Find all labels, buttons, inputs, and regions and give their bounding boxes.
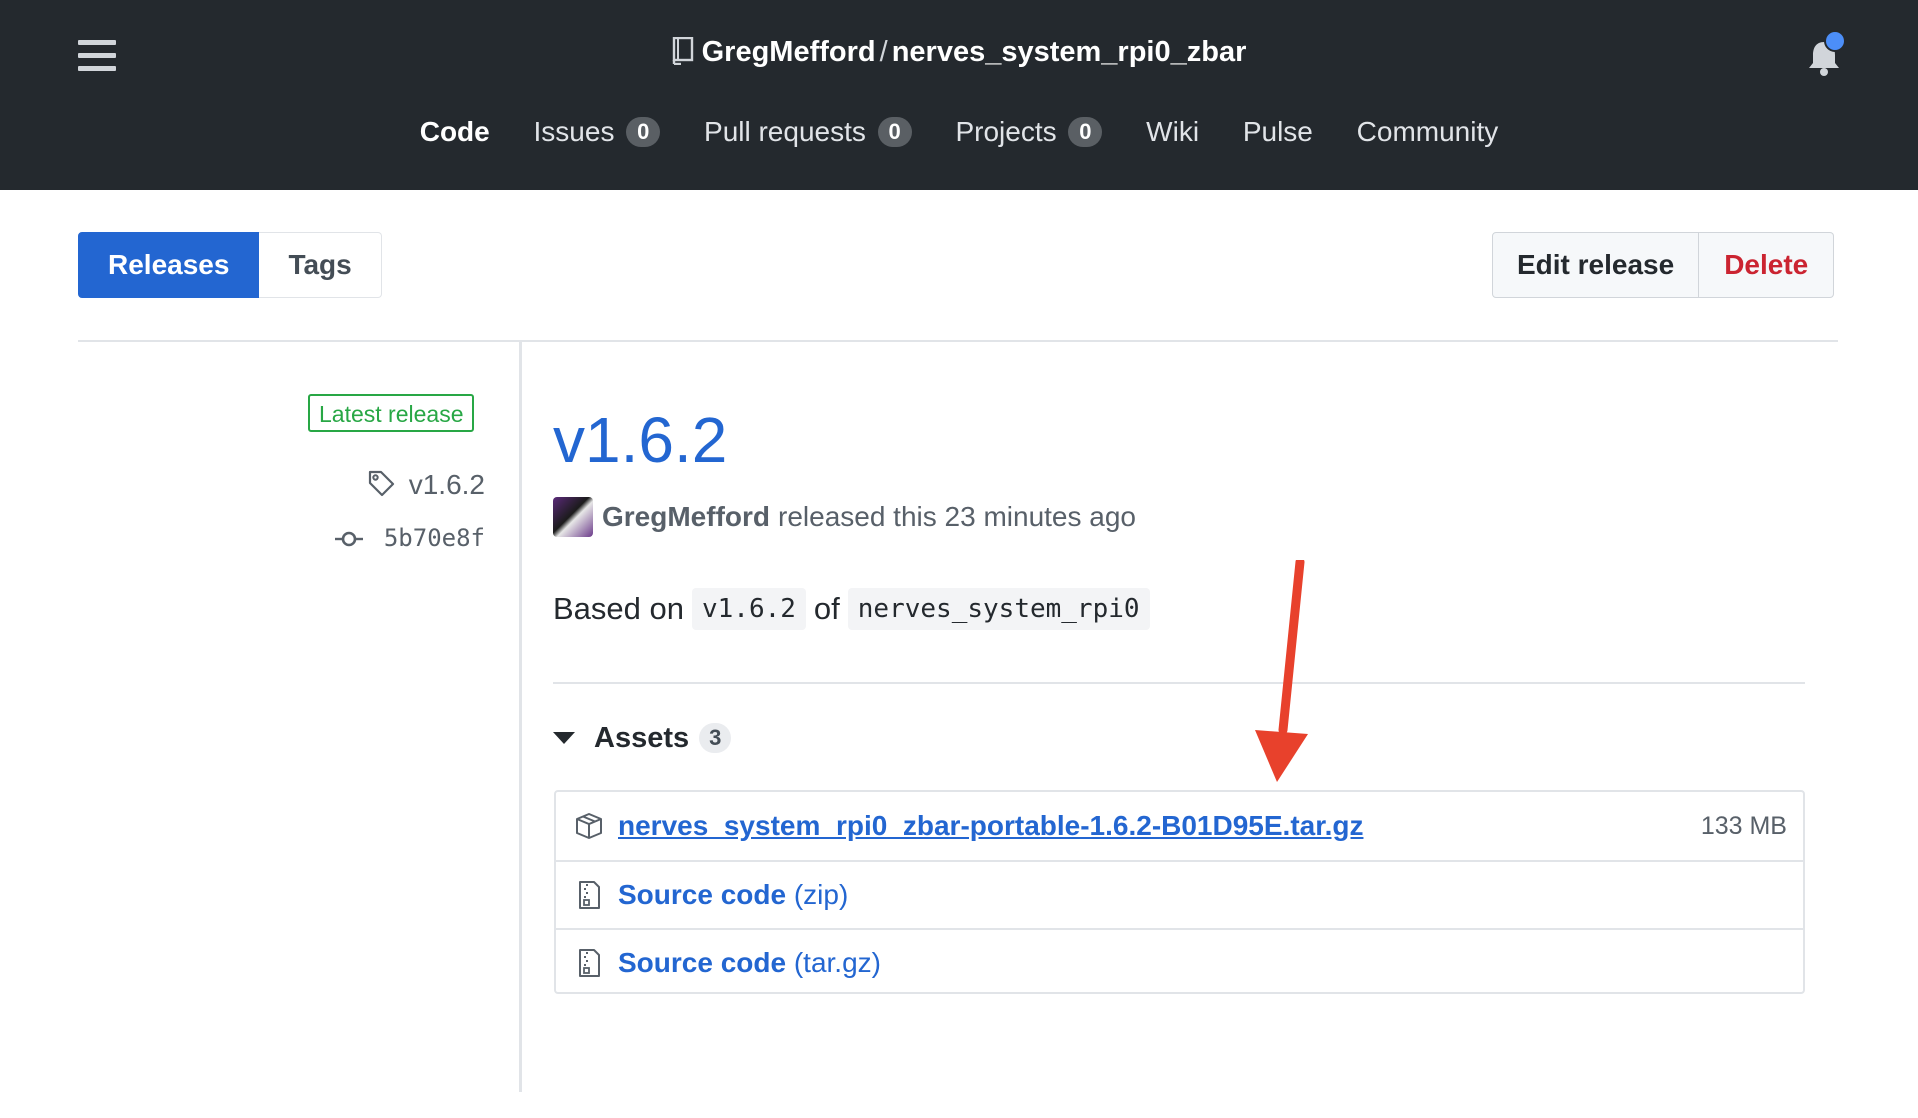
author-link[interactable]: GregMefford xyxy=(602,501,770,533)
source-code-zip-link[interactable]: Source code (zip) xyxy=(618,879,848,911)
repo-nav: Code Issues 0 Pull requests 0 Projects 0… xyxy=(0,116,1918,148)
releases-tab[interactable]: Releases xyxy=(78,232,260,298)
releases-tags-toggle: Releases Tags xyxy=(78,232,382,298)
release-description: Based on v1.6.2 of nerves_system_rpi0 xyxy=(553,588,1158,630)
source-code-label: Source code xyxy=(618,947,787,978)
nav-projects-label: Projects xyxy=(955,116,1057,147)
release-title-link[interactable]: v1.6.2 xyxy=(553,400,727,480)
projects-counter: 0 xyxy=(1068,117,1103,147)
asset-download-link[interactable]: nerves_system_rpi0_zbar-portable-1.6.2-B… xyxy=(618,810,1363,842)
avatar[interactable] xyxy=(553,497,593,537)
nav-projects[interactable]: Projects 0 xyxy=(955,116,1103,148)
nav-code-label: Code xyxy=(419,116,490,147)
edit-release-button[interactable]: Edit release xyxy=(1492,232,1700,298)
based-on-text: Based on xyxy=(553,591,684,626)
release-commit[interactable]: 5b70e8f xyxy=(335,524,485,552)
divider xyxy=(78,340,1838,342)
nav-code[interactable]: Code xyxy=(420,116,490,148)
notification-indicator xyxy=(1824,30,1846,52)
red-arrow-annotation xyxy=(1255,560,1308,782)
nav-issues-label: Issues xyxy=(533,116,615,147)
release-tag[interactable]: v1.6.2 xyxy=(367,469,485,501)
asset-row: Source code (zip) xyxy=(556,860,1803,928)
source-code-targz-link[interactable]: Source code (tar.gz) xyxy=(618,947,881,979)
repo-name-link[interactable]: nerves_system_rpi0_zbar xyxy=(892,36,1247,68)
asset-row: Source code (tar.gz) xyxy=(556,928,1803,996)
nav-pulse-label: Pulse xyxy=(1242,116,1313,147)
tags-tab[interactable]: Tags xyxy=(259,232,382,298)
caret-down-icon xyxy=(553,732,575,744)
repo-owner-link[interactable]: GregMefford xyxy=(702,36,876,68)
asset-row: nerves_system_rpi0_zbar-portable-1.6.2-B… xyxy=(556,792,1803,860)
file-zip-icon xyxy=(574,948,604,978)
based-of-text: of xyxy=(813,591,840,626)
delete-release-button[interactable]: Delete xyxy=(1699,232,1835,298)
assets-counter: 3 xyxy=(699,723,732,753)
timeline-divider xyxy=(519,342,522,1092)
release-author-row: GregMefford released this 23 minutes ago xyxy=(553,496,1136,538)
tag-label: v1.6.2 xyxy=(408,469,485,500)
source-format: (tar.gz) xyxy=(793,947,881,978)
site-header: GregMefford / nerves_system_rpi0_zbar Code… xyxy=(0,0,1918,190)
nav-pull-requests[interactable]: Pull requests 0 xyxy=(704,116,912,148)
latest-release-badge: Latest release xyxy=(308,394,475,432)
file-zip-icon xyxy=(574,880,604,910)
divider xyxy=(553,682,1805,684)
nav-wiki-label: Wiki xyxy=(1146,116,1200,147)
based-version-code: v1.6.2 xyxy=(692,588,806,630)
repo-separator: / xyxy=(879,36,888,68)
nav-wiki[interactable]: Wiki xyxy=(1146,116,1199,148)
repo-title: GregMefford / nerves_system_rpi0_zbar xyxy=(0,36,1918,73)
asset-size: 133 MB xyxy=(1700,811,1787,840)
nav-pulse[interactable]: Pulse xyxy=(1243,116,1313,148)
nav-community-label: Community xyxy=(1356,116,1499,147)
commit-icon xyxy=(335,524,383,552)
released-time-text: released this 23 minutes ago xyxy=(778,501,1136,532)
assets-toggle[interactable]: Assets 3 xyxy=(553,718,732,758)
source-format: (zip) xyxy=(793,879,849,910)
based-repo-code: nerves_system_rpi0 xyxy=(847,588,1150,630)
commit-sha: 5b70e8f xyxy=(383,524,485,552)
pull-requests-counter: 0 xyxy=(877,117,912,147)
release-actions: Edit release Delete xyxy=(1492,232,1835,298)
tag-icon xyxy=(367,469,409,500)
nav-community[interactable]: Community xyxy=(1357,116,1499,148)
assets-label: Assets xyxy=(594,721,690,754)
issues-counter: 0 xyxy=(626,117,661,147)
source-code-label: Source code xyxy=(618,879,787,910)
package-icon xyxy=(574,811,604,841)
nav-pull-requests-label: Pull requests xyxy=(704,116,866,147)
repo-book-icon xyxy=(672,36,694,73)
assets-list: nerves_system_rpi0_zbar-portable-1.6.2-B… xyxy=(554,790,1805,994)
nav-issues[interactable]: Issues 0 xyxy=(534,116,661,148)
